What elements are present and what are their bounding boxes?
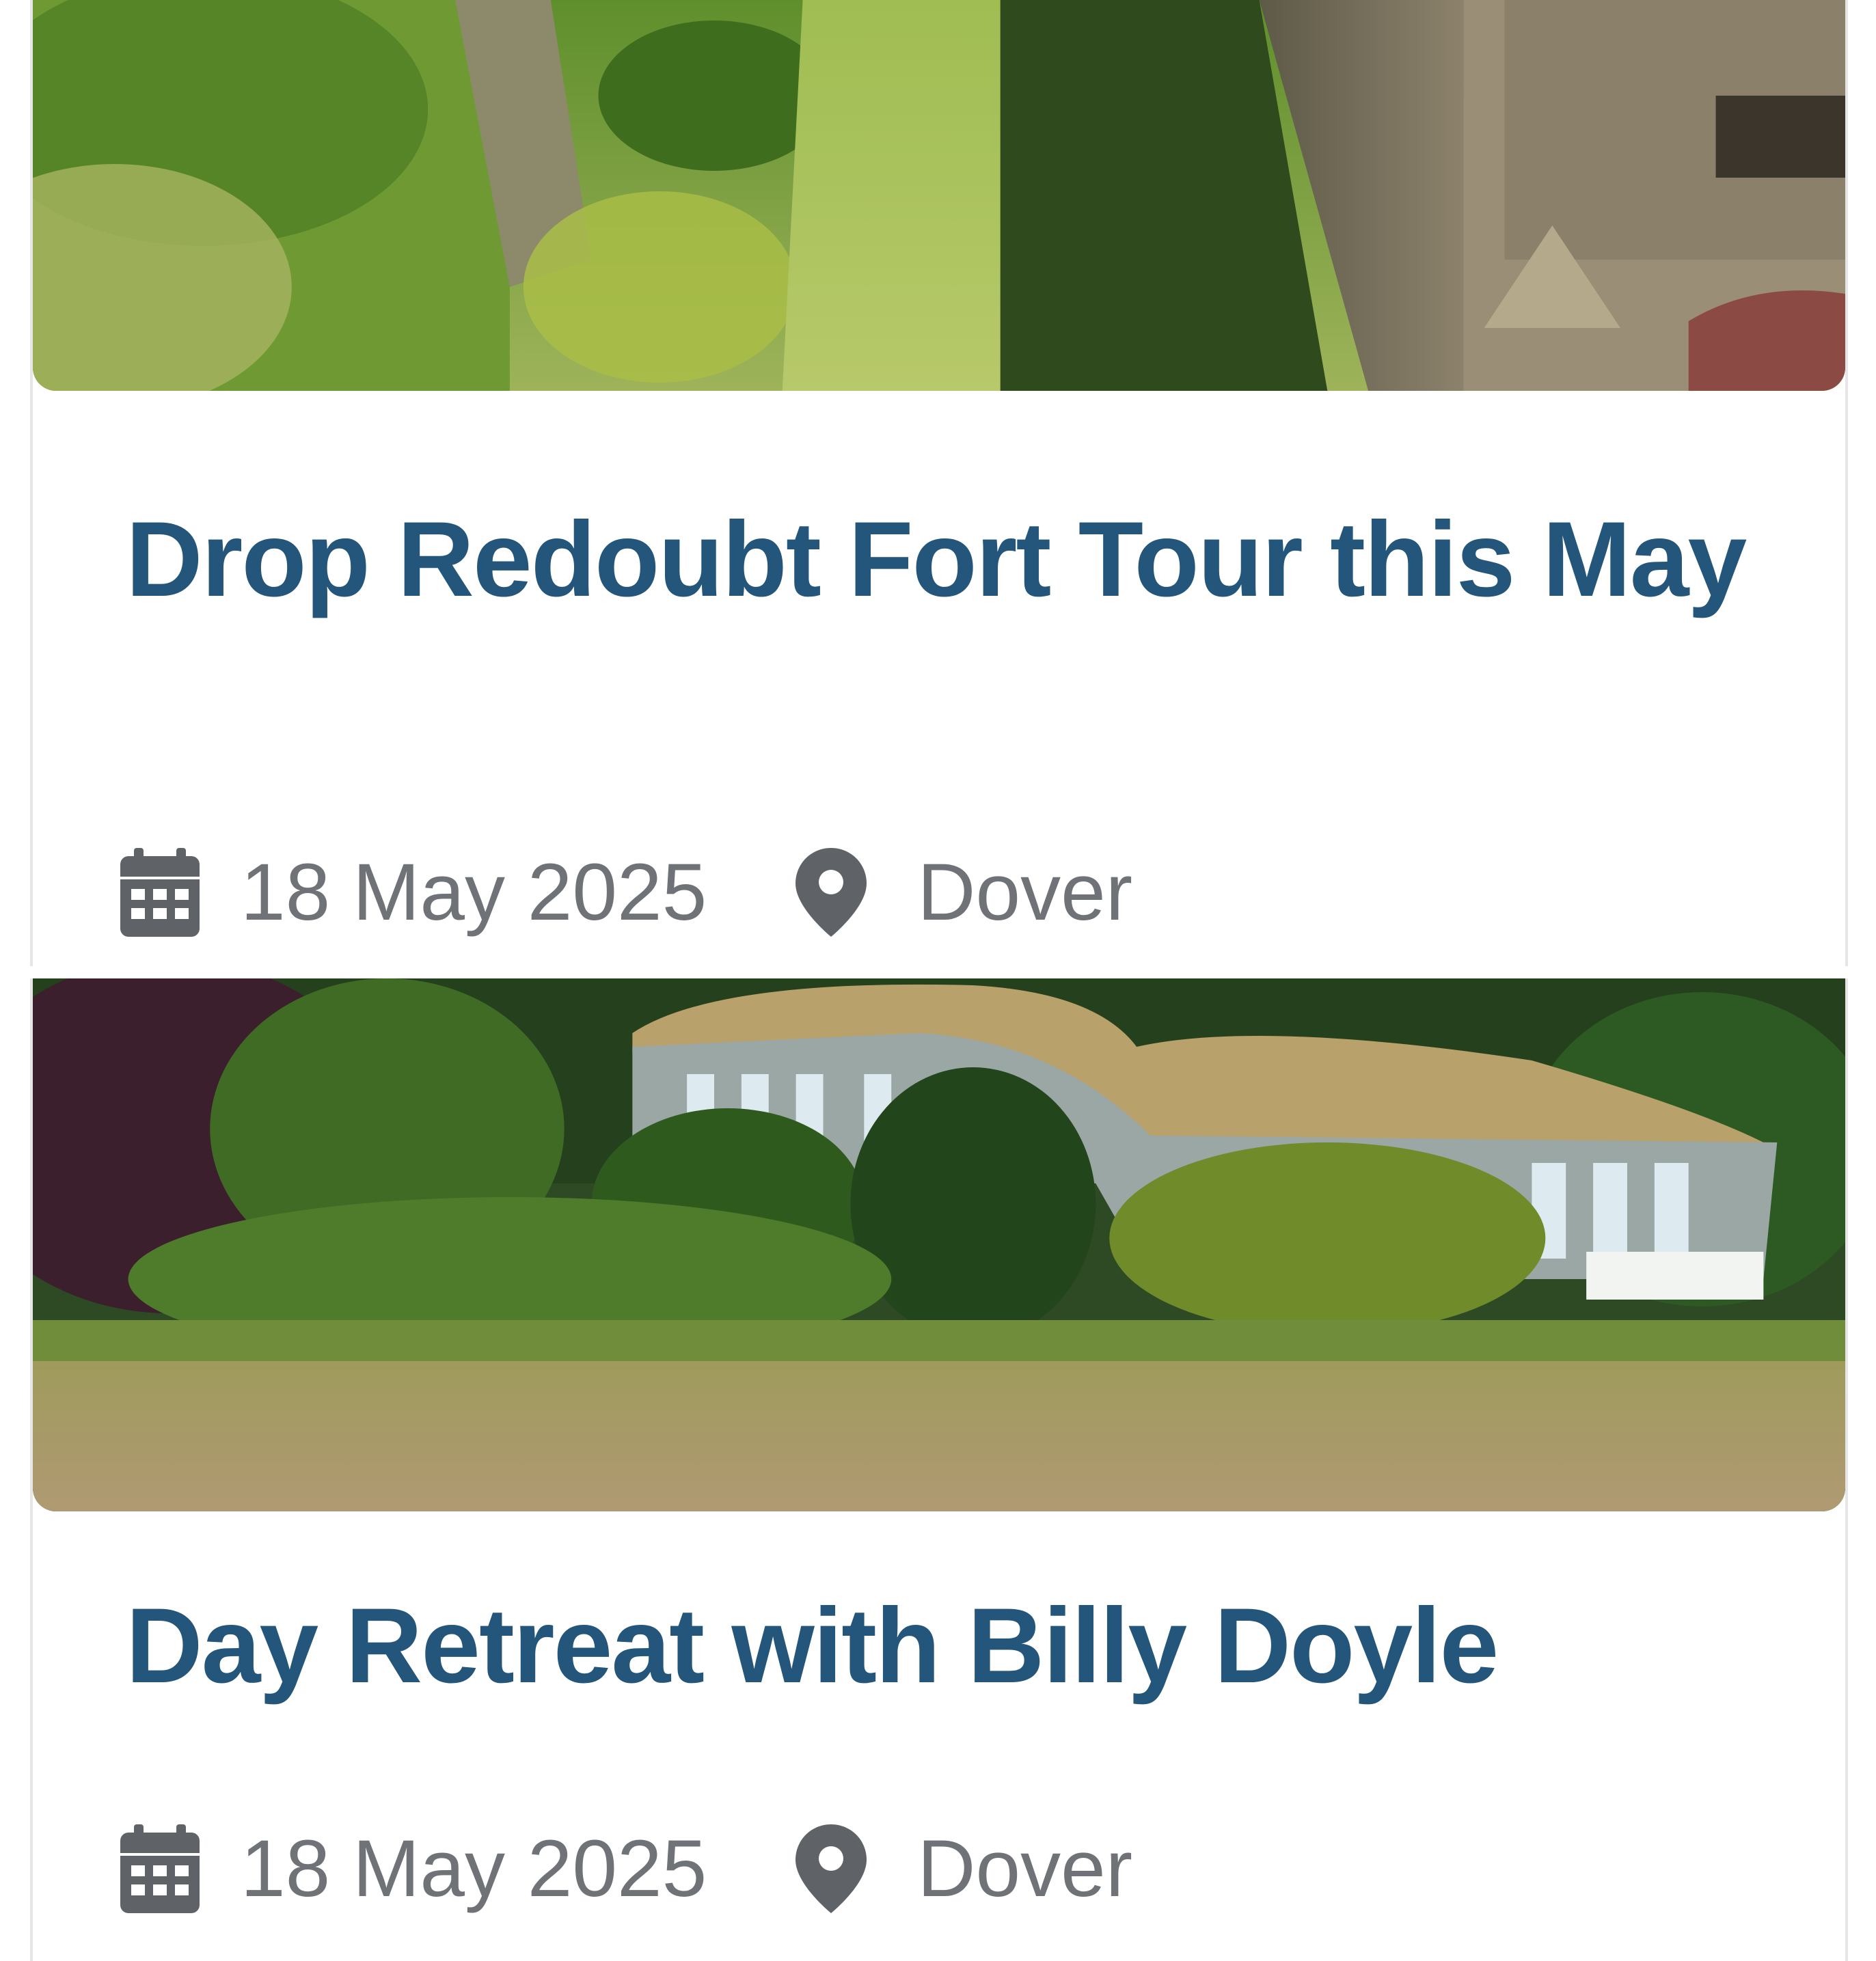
- event-date: 18 May 2025: [241, 847, 707, 937]
- event-meta: 18 May 2025 Dover: [120, 845, 1132, 940]
- calendar-icon: [120, 848, 200, 937]
- event-image[interactable]: [33, 978, 1845, 1511]
- event-photo-retreat: [33, 978, 1845, 1511]
- calendar-icon: [120, 1824, 200, 1913]
- event-card[interactable]: Drop Redoubt Fort Tour this May 18 May 2…: [30, 0, 1848, 966]
- event-photo-fort: [33, 0, 1845, 391]
- event-title[interactable]: Day Retreat with Billy Doyle: [126, 1572, 1763, 1720]
- event-location: Dover: [917, 847, 1133, 937]
- event-meta: 18 May 2025 Dover: [120, 1821, 1132, 1917]
- map-pin-icon: [796, 848, 867, 937]
- event-date: 18 May 2025: [241, 1824, 707, 1914]
- event-card[interactable]: Day Retreat with Billy Doyle 18 May 2025: [30, 978, 1848, 1961]
- event-title[interactable]: Drop Redoubt Fort Tour this May: [126, 485, 1763, 634]
- event-image[interactable]: [33, 0, 1845, 391]
- map-pin-icon: [796, 1824, 867, 1913]
- event-location: Dover: [917, 1824, 1133, 1914]
